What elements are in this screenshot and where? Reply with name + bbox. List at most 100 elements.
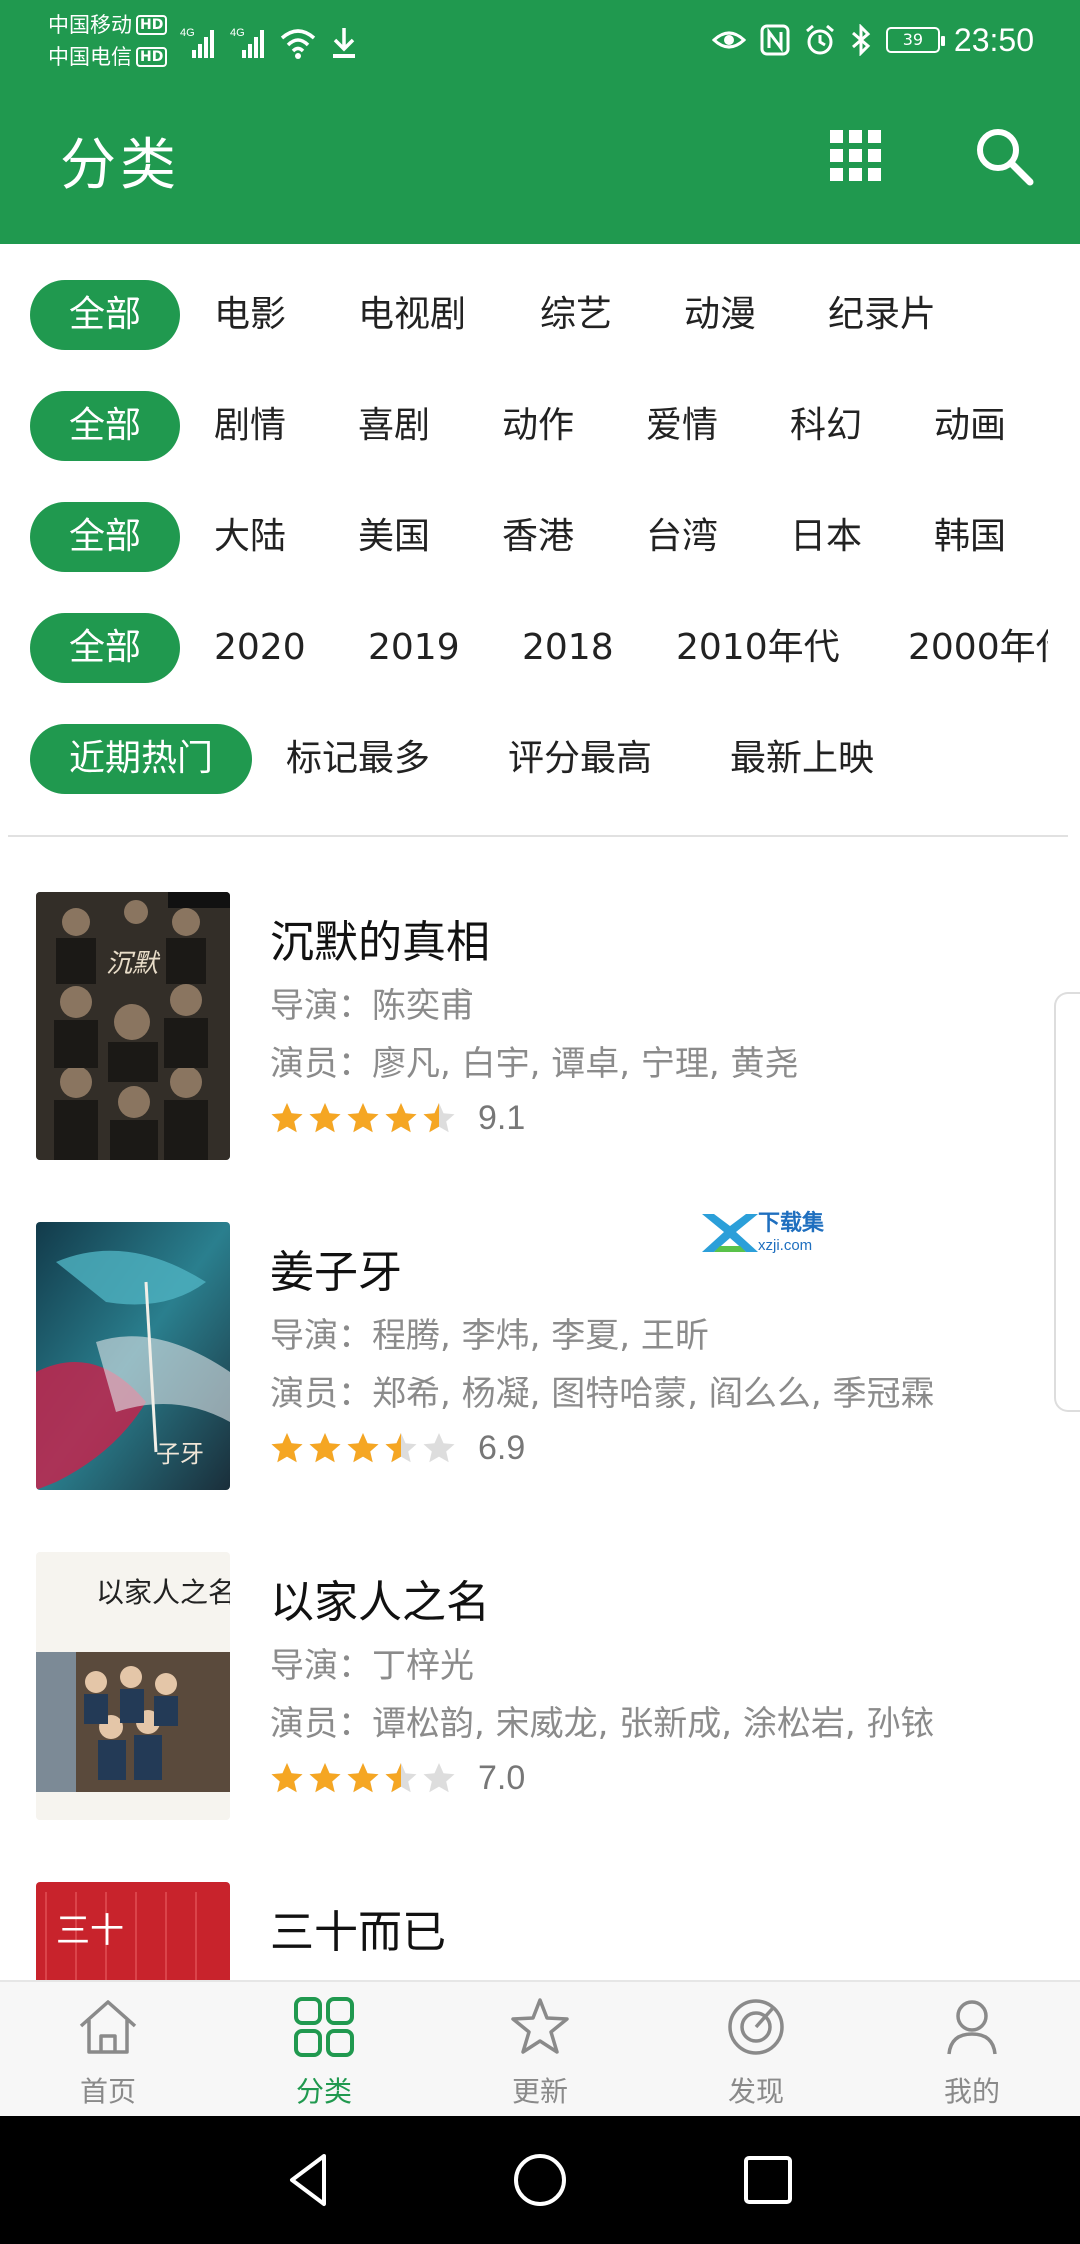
- filter-chip[interactable]: 2019: [368, 613, 460, 683]
- signal-icon-2: 4G: [230, 27, 264, 58]
- filter-chip-active[interactable]: 全部: [30, 613, 180, 683]
- alarm-icon: [805, 24, 834, 55]
- sort-chip[interactable]: 最新上映: [730, 724, 874, 794]
- grid-icon: [830, 130, 881, 181]
- filter-chip[interactable]: 韩国: [934, 502, 1006, 572]
- star-icon: [347, 1433, 379, 1463]
- filter-chip[interactable]: 台湾: [646, 502, 718, 572]
- movie-poster[interactable]: 以家人之名: [36, 1552, 230, 1820]
- home-circle-icon: [514, 2154, 566, 2206]
- filter-chip[interactable]: 爱情: [646, 391, 718, 461]
- filter-chip[interactable]: 动作: [502, 391, 574, 461]
- svg-text:子牙: 子牙: [156, 1440, 204, 1468]
- movie-title[interactable]: 三十而已: [270, 1896, 446, 1960]
- watermark-logo: 下载集 xzji.com: [700, 1208, 846, 1258]
- movie-title[interactable]: 以家人之名: [270, 1566, 490, 1630]
- status-right: 39 23:50: [711, 18, 1034, 62]
- filter-chip[interactable]: 2000年代: [908, 613, 1048, 683]
- back-button[interactable]: [274, 2144, 346, 2216]
- filter-row-genre: 全部 剧情 喜剧 动作 爱情 科幻 动画: [0, 391, 1080, 461]
- sort-chip-active[interactable]: 近期热门: [30, 724, 252, 794]
- filter-chip[interactable]: 2018: [522, 613, 614, 683]
- app-header: 分类: [0, 80, 1080, 244]
- tab-home[interactable]: 首页: [0, 1982, 216, 2118]
- home-icon: [79, 2000, 137, 2054]
- movie-item[interactable]: 子牙 姜子牙 导演：程腾, 李炜, 李夏, 王昕 演员：郑希, 杨凝, 图特哈蒙…: [0, 1200, 1080, 1500]
- page-title: 分类: [60, 133, 180, 198]
- filter-chip-active[interactable]: 全部: [30, 391, 180, 461]
- filter-chip[interactable]: 综艺: [540, 280, 612, 350]
- movie-list: 沉默 沉默的真相 导演：陈奕甫 演员：廖凡, 白宇, 谭卓, 宁理, 黄尧 9.…: [0, 870, 1080, 1980]
- search-icon: [977, 129, 1034, 186]
- star-icon: [423, 1433, 455, 1463]
- filter-chip[interactable]: 动画: [934, 391, 1006, 461]
- filter-chip[interactable]: 动漫: [684, 280, 756, 350]
- filter-chip-active[interactable]: 全部: [30, 280, 180, 350]
- star-icon: [385, 1103, 417, 1133]
- movie-title[interactable]: 姜子牙: [270, 1236, 402, 1300]
- filter-chip[interactable]: 日本: [790, 502, 862, 572]
- movie-rating: 7.0: [270, 1754, 525, 1802]
- tab-label: 分类: [295, 2075, 352, 2108]
- star-icon: [309, 1763, 341, 1793]
- star-icon: [347, 1763, 379, 1793]
- tab-category[interactable]: 分类: [216, 1982, 432, 2118]
- star-icon: [423, 1763, 455, 1793]
- filter-chip[interactable]: 电影: [214, 280, 286, 350]
- tab-discover[interactable]: 发现: [648, 1982, 864, 2118]
- grid-view-button[interactable]: [826, 126, 886, 186]
- movie-director: 导演：程腾, 李炜, 李夏, 王昕: [270, 1316, 709, 1356]
- filter-chip[interactable]: 纪录片: [828, 280, 936, 350]
- sort-chip[interactable]: 评分最高: [508, 724, 652, 794]
- movie-item[interactable]: 以家人之名 以家人之名 导演：丁梓光 演员：谭松韵, 宋威龙, 张新成, 涂松岩…: [0, 1530, 1080, 1830]
- star-icon: [423, 1103, 455, 1133]
- home-button[interactable]: [504, 2144, 576, 2216]
- movie-poster[interactable]: 子牙: [36, 1222, 230, 1490]
- side-drawer-handle[interactable]: [1054, 992, 1080, 1412]
- network-type-2: 4G: [230, 27, 245, 39]
- filter-chip[interactable]: 喜剧: [358, 391, 430, 461]
- sort-chip[interactable]: 标记最多: [286, 724, 430, 794]
- star-icon: [347, 1103, 379, 1133]
- carrier-2-label: 中国电信: [48, 45, 132, 69]
- movie-poster[interactable]: 三十: [36, 1882, 230, 1980]
- filter-chip[interactable]: 香港: [502, 502, 574, 572]
- nfc-icon: [760, 24, 790, 56]
- rating-score: 9.1: [478, 1098, 526, 1137]
- movie-director: 导演：丁梓光: [270, 1646, 474, 1686]
- network-type-1: 4G: [180, 27, 195, 39]
- tab-updates[interactable]: 更新: [432, 1982, 648, 2118]
- filter-chip[interactable]: 电视剧: [358, 280, 466, 350]
- filter-chip[interactable]: 大陆: [214, 502, 286, 572]
- filter-row-type: 全部 电影 电视剧 综艺 动漫 纪录片: [0, 280, 1080, 350]
- battery-level: 39: [902, 30, 924, 49]
- filter-chip[interactable]: 剧情: [214, 391, 286, 461]
- back-icon: [290, 2154, 326, 2206]
- recents-button[interactable]: [732, 2144, 804, 2216]
- star-icon: [271, 1103, 303, 1133]
- watermark-icon: 下载集 xzji.com: [702, 1210, 825, 1254]
- wifi-icon: [280, 29, 316, 59]
- filter-chip-active[interactable]: 全部: [30, 502, 180, 572]
- filter-chip[interactable]: 2020: [214, 613, 306, 683]
- carrier-1-label: 中国移动: [48, 13, 132, 37]
- bluetooth-icon: [851, 24, 871, 56]
- star-rating: [270, 1101, 456, 1135]
- tab-profile[interactable]: 我的: [864, 1982, 1080, 2118]
- filter-chip[interactable]: 美国: [358, 502, 430, 572]
- search-button[interactable]: [972, 124, 1036, 188]
- movie-title[interactable]: 沉默的真相: [270, 906, 490, 970]
- filter-chip[interactable]: 科幻: [790, 391, 862, 461]
- battery-indicator: 39: [885, 27, 945, 53]
- movie-item[interactable]: 三十 三十而已: [0, 1860, 1080, 1980]
- system-nav-bar: [0, 2116, 1080, 2244]
- movie-cast: 演员：郑希, 杨凝, 图特哈蒙, 阎么么, 季冠霖: [270, 1374, 935, 1414]
- movie-item[interactable]: 沉默 沉默的真相 导演：陈奕甫 演员：廖凡, 白宇, 谭卓, 宁理, 黄尧 9.…: [0, 870, 1080, 1170]
- watermark-text: 下载集: [758, 1210, 825, 1236]
- eye-icon: [711, 31, 746, 49]
- filter-row-sort: 近期热门 标记最多 评分最高 最新上映: [0, 724, 1080, 794]
- movie-cast: 演员：廖凡, 白宇, 谭卓, 宁理, 黄尧: [270, 1044, 799, 1084]
- movie-poster[interactable]: 沉默: [36, 892, 230, 1160]
- filter-chip[interactable]: 2010年代: [676, 613, 840, 683]
- watermark-url: xzji.com: [758, 1237, 812, 1254]
